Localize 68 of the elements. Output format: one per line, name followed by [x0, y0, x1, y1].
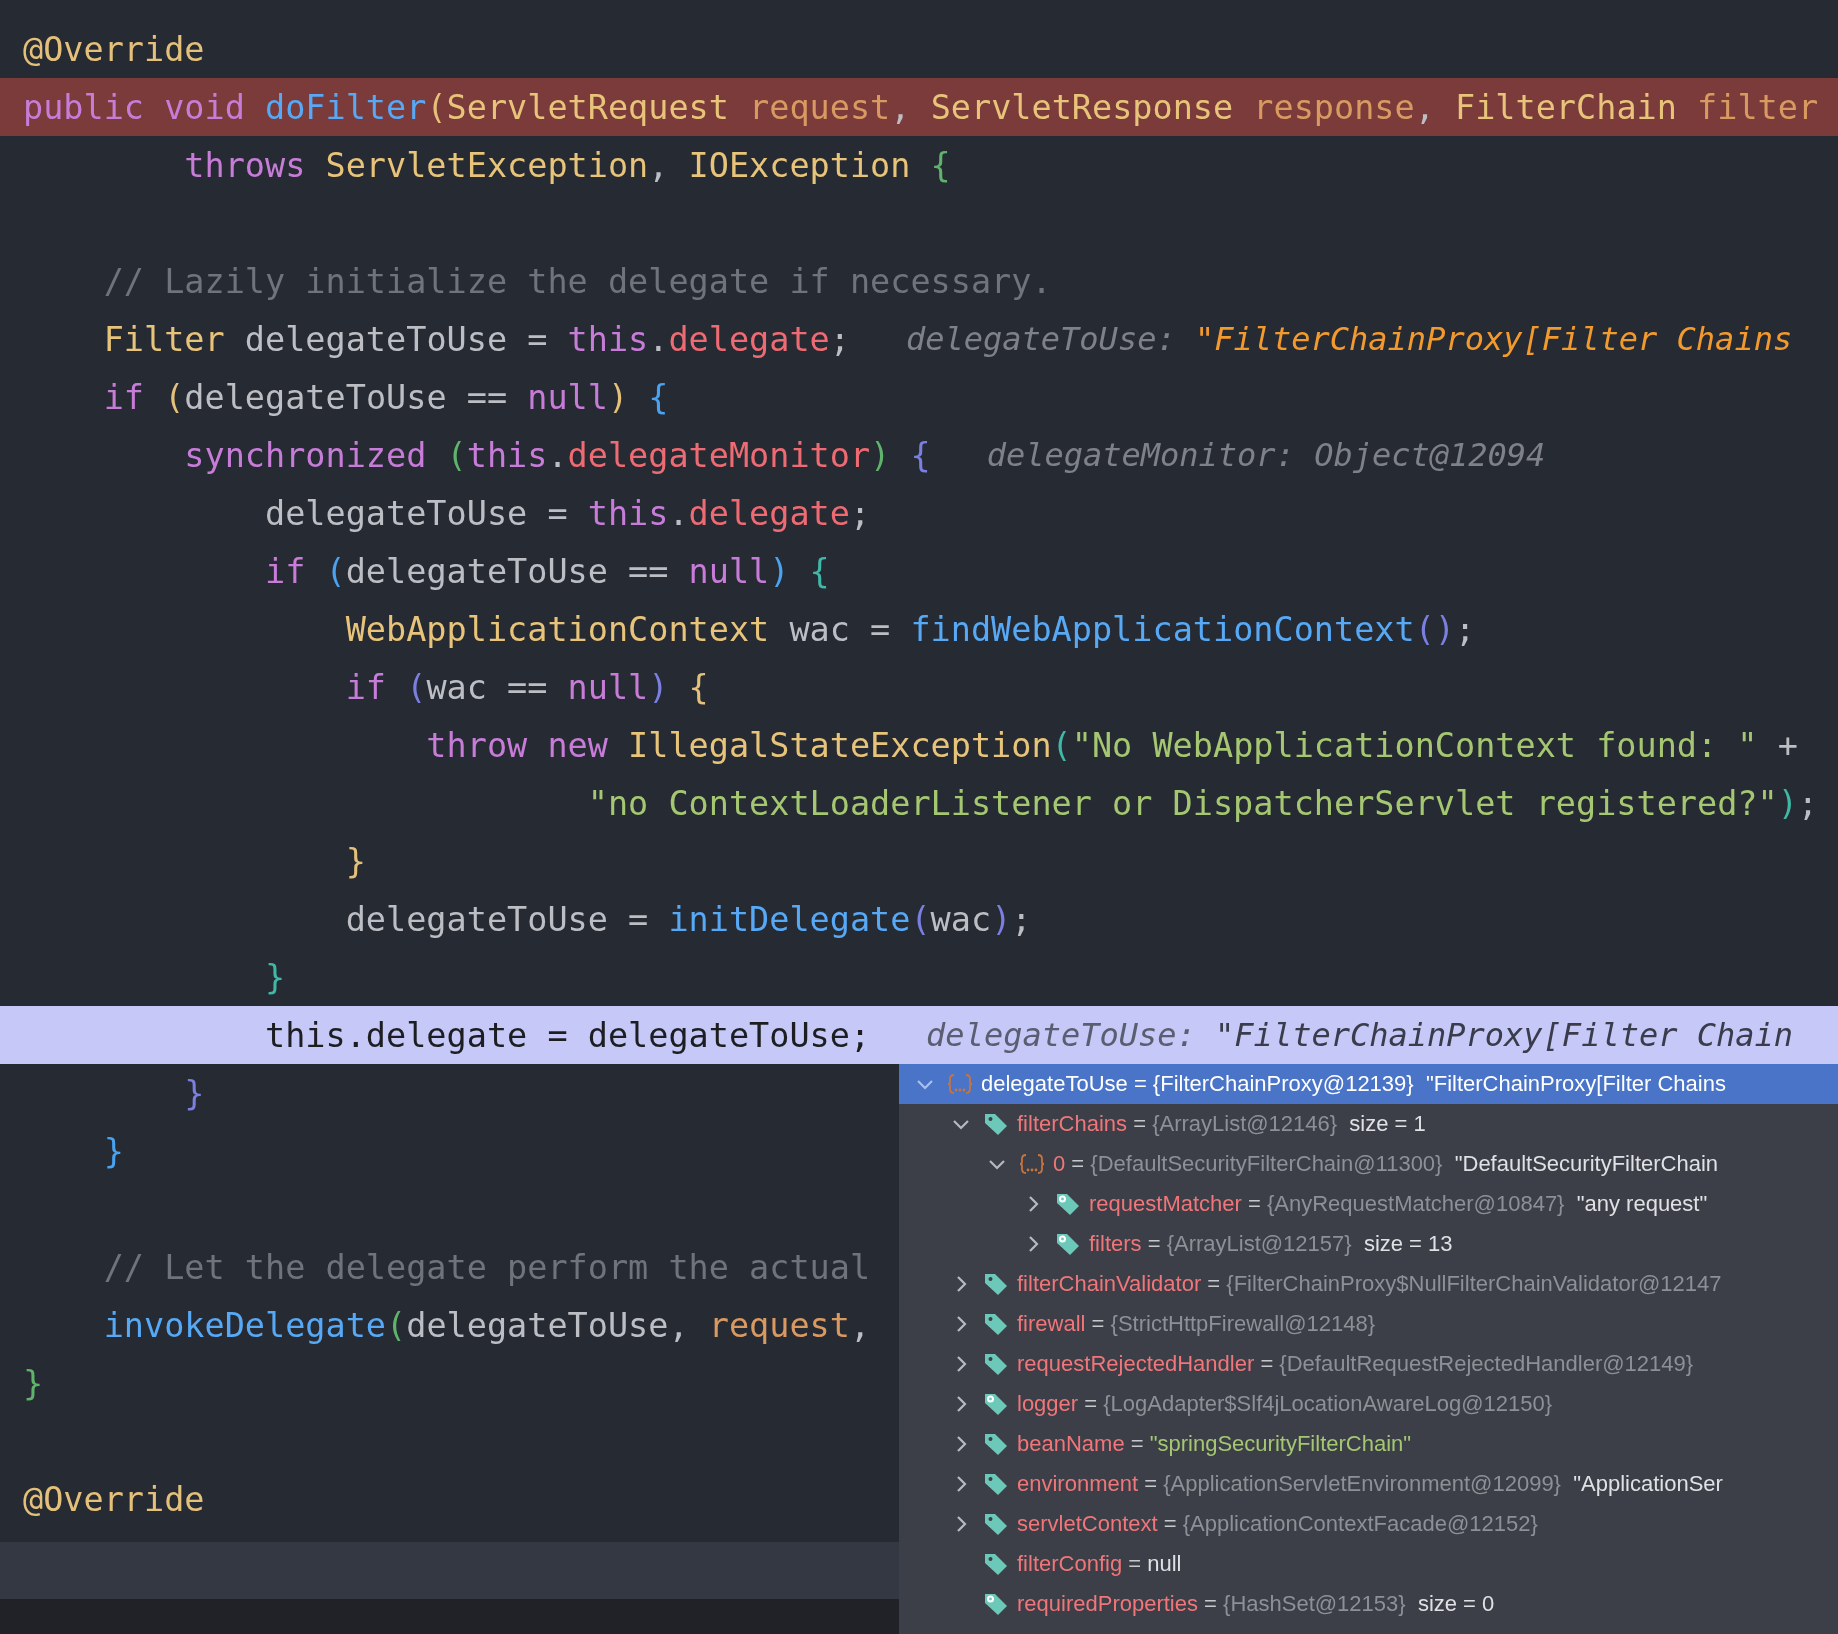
code-text: } — [264, 957, 286, 997]
code-text: delegateToUse = this.delegate; — [264, 493, 871, 533]
code-text: throw new IllegalStateException("No WebApplicationContext found: " + — [425, 725, 1798, 765]
tag-icon — [983, 1351, 1009, 1377]
tag-icon — [983, 1471, 1009, 1497]
tag-icon — [983, 1511, 1009, 1537]
code-text: invokeDelegate(delegateToUse, request, — [102, 1305, 871, 1345]
code-text: } — [23, 1363, 44, 1403]
code-text: // Let the delegate perform the actual — [102, 1247, 871, 1287]
tree-row[interactable]: requestMatcher = {AnyRequestMatcher@10847} "any request" — [899, 1184, 1838, 1224]
tag-icon — [983, 1551, 1009, 1577]
tree-row[interactable]: filterChains = {ArrayList@12146} size = 1 — [899, 1104, 1838, 1144]
tag-with-badge-icon — [1055, 1191, 1081, 1217]
tag-with-badge-icon — [983, 1591, 1009, 1617]
tree-row[interactable]: filters = {ArrayList@12157} size = 13 — [899, 1224, 1838, 1264]
variable-entry: requestMatcher = {AnyRequestMatcher@10847} "any request" — [1089, 1191, 1708, 1217]
code-text: synchronized (this.delegateMonitor) { — [183, 435, 931, 475]
code-text: @Override — [23, 1479, 205, 1519]
inline-value-hint: delegateToUse: "FilterChainProxy[Filter Chain — [926, 1016, 1794, 1054]
code-text: } — [102, 1131, 124, 1171]
tree-row[interactable]: logger = {LogAdapter$Slf4jLocationAwareLog@12150} — [899, 1384, 1838, 1424]
variable-entry: servletContext = {ApplicationContextFacade@12152} — [1017, 1511, 1538, 1537]
code-text: public void doFilter(ServletRequest request, ServletResponse response, FilterChain filter — [23, 87, 1819, 127]
code-text: } — [183, 1073, 205, 1113]
tree-row[interactable]: filterConfig = null — [899, 1544, 1838, 1584]
variable-entry: requiredProperties = {HashSet@12153} size = 0 — [1017, 1591, 1495, 1617]
code-text: // Lazily initialize the delegate if necessary. — [102, 261, 1052, 301]
tree-row[interactable]: 0 = {DefaultSecurityFilterChain@11300} "DefaultSecurityFilterChain — [899, 1144, 1838, 1184]
variable-entry: filterChains = {ArrayList@12146} size = 1 — [1017, 1111, 1426, 1137]
code-text: Filter delegateToUse = this.delegate; — [102, 319, 850, 359]
code-text: if (delegateToUse == null) { — [102, 377, 669, 417]
code-text: if (delegateToUse == null) { — [264, 551, 830, 591]
code-text: } — [344, 841, 366, 881]
variable-entry: firewall = {StrictHttpFirewall@12148} — [1017, 1311, 1375, 1337]
tag-icon — [983, 1271, 1009, 1297]
tree-row[interactable]: filterChainValidator = {FilterChainProxy$NullFilterChainValidator@12147 — [899, 1264, 1838, 1304]
selected-tree-row[interactable]: delegateToUse = {FilterChainProxy@12139} "FilterChainProxy[Filter Chains — [899, 1064, 1838, 1104]
variable-entry: delegateToUse = {FilterChainProxy@12139} "FilterChainProxy[Filter Chains — [981, 1071, 1726, 1097]
variable-entry: beanName = "springSecurityFilterChain" — [1017, 1431, 1412, 1457]
code-text: delegateToUse = initDelegate(wac); — [344, 899, 1032, 939]
inline-value-hint: delegateMonitor: Object@12094 — [986, 436, 1546, 474]
code-text: if (wac == null) { — [344, 667, 709, 707]
tag-with-badge-icon — [1055, 1231, 1081, 1257]
tree-row[interactable]: firewall = {StrictHttpFirewall@12148} — [899, 1304, 1838, 1344]
variable-entry: filterConfig = null — [1017, 1551, 1182, 1577]
code-text: WebApplicationContext wac = findWebApplicationContext(); — [344, 609, 1476, 649]
object-braces-icon — [947, 1071, 973, 1097]
tag-icon — [983, 1431, 1009, 1457]
tree-row[interactable]: environment = {ApplicationServletEnvironment@12099} "ApplicationSer — [899, 1464, 1838, 1504]
variable-entry: requestRejectedHandler = {DefaultRequestRejectedHandler@12149} — [1017, 1351, 1694, 1377]
code-text: "no ContextLoaderListener or DispatcherServlet registered?"); — [586, 783, 1819, 823]
code-text: throws ServletException, IOException { — [183, 145, 951, 185]
tree-row[interactable]: beanName = "springSecurityFilterChain" — [899, 1424, 1838, 1464]
tree-row[interactable]: servletContext = {ApplicationContextFacade@12152} — [899, 1504, 1838, 1544]
tree-row[interactable]: requestRejectedHandler = {DefaultRequestRejectedHandler@12149} — [899, 1344, 1838, 1384]
variable-entry: filterChainValidator = {FilterChainProxy$NullFilterChainValidator@12147 — [1017, 1271, 1722, 1297]
tag-icon — [983, 1311, 1009, 1337]
inline-value-hint: delegateToUse: "FilterChainProxy[Filter Chains — [905, 320, 1793, 358]
tag-icon — [983, 1111, 1009, 1137]
variable-entry: filters = {ArrayList@12157} size = 13 — [1089, 1231, 1453, 1257]
object-braces-icon — [1019, 1151, 1045, 1177]
variable-entry: logger = {LogAdapter$Slf4jLocationAwareLog@12150} — [1017, 1391, 1553, 1417]
code-text: @Override — [23, 29, 205, 69]
variable-entry: 0 = {DefaultSecurityFilterChain@11300} "DefaultSecurityFilterChain — [1053, 1151, 1719, 1177]
tag-with-badge-icon — [983, 1391, 1009, 1417]
variable-entry: environment = {ApplicationServletEnvironment@12099} "ApplicationSer — [1017, 1471, 1723, 1497]
tree-row[interactable]: requiredProperties = {HashSet@12153} size = 0 — [899, 1584, 1838, 1624]
code-text: this.delegate = delegateToUse; — [264, 1015, 871, 1055]
